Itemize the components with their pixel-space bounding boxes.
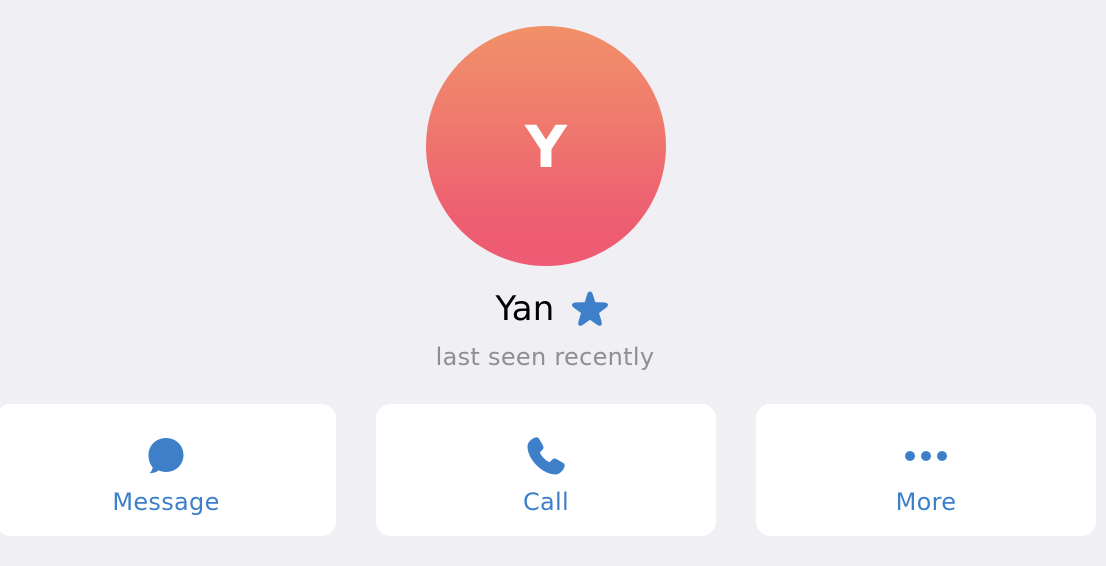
action-buttons: Message Call More (0, 404, 1106, 536)
name-row: Yan (0, 286, 1106, 332)
avatar[interactable]: Y (426, 26, 666, 266)
more-label: More (895, 488, 957, 516)
more-button[interactable]: More (756, 404, 1096, 536)
last-seen-status: last seen recently (435, 343, 655, 371)
avatar-initial: Y (525, 113, 567, 181)
call-button[interactable]: Call (376, 404, 716, 536)
phone-icon (524, 434, 568, 478)
more-dots-icon (904, 434, 948, 478)
star-icon[interactable] (569, 288, 611, 330)
message-button[interactable]: Message (0, 404, 336, 536)
profile-name: Yan (495, 289, 555, 329)
call-label: Call (522, 488, 569, 516)
chat-bubble-icon (144, 434, 188, 478)
profile-page: Y Yan last seen recently Message Call Mo… (0, 0, 1106, 566)
message-label: Message (112, 488, 220, 516)
